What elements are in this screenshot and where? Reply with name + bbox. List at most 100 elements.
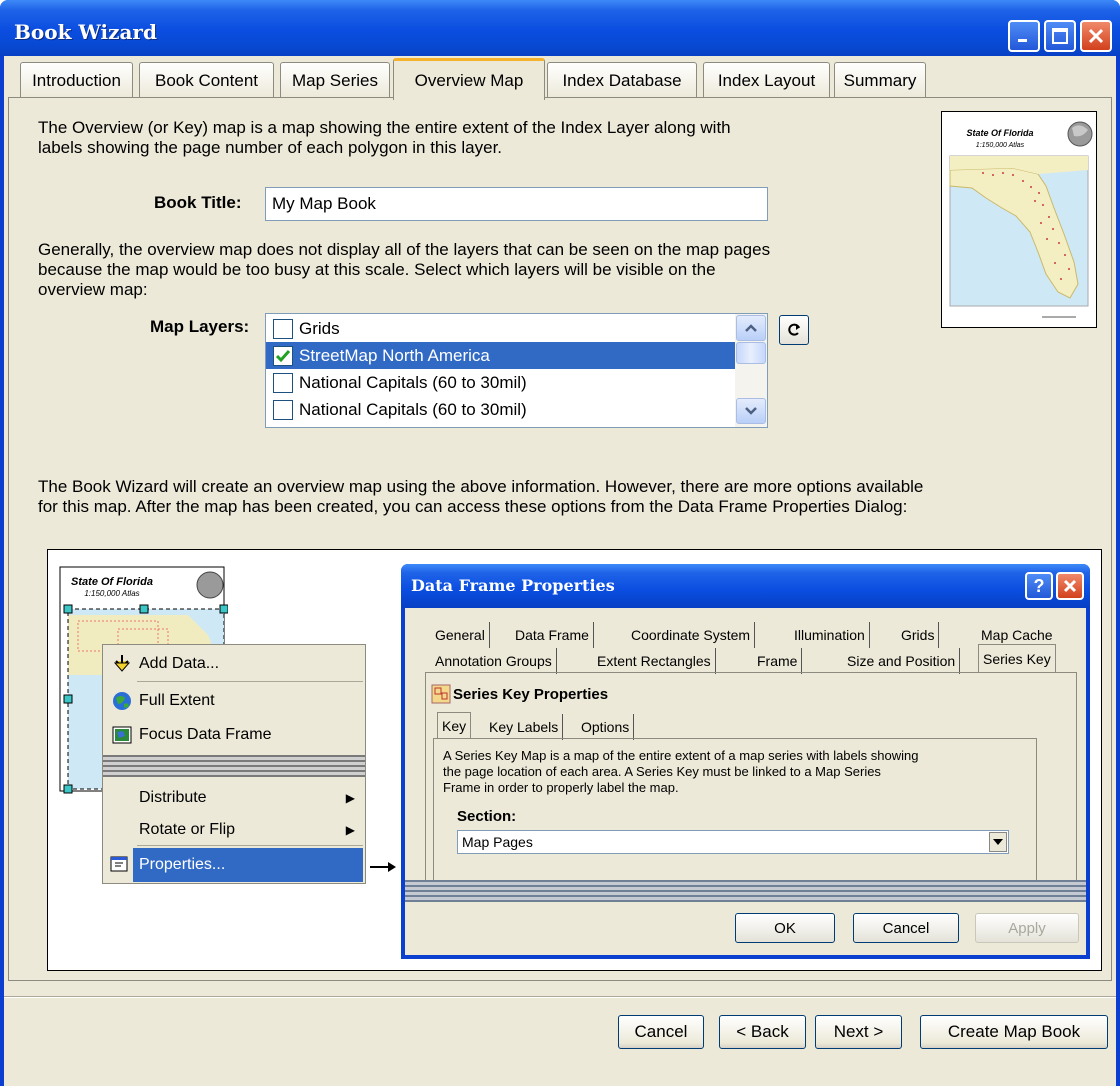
subtab-key-labels[interactable]: Key Labels [485, 714, 564, 740]
tab-map-series[interactable]: Map Series [280, 62, 390, 98]
tab-label: Coordinate System [631, 627, 751, 643]
close-button[interactable] [1080, 20, 1112, 52]
minimize-button[interactable] [1008, 20, 1040, 52]
dialog-cancel-button[interactable]: Cancel [853, 913, 959, 943]
list-item[interactable]: National Capitals (60 to 30mil) [266, 396, 736, 423]
refresh-layers-button[interactable] [779, 315, 809, 345]
button-label: Create Map Book [947, 1022, 1081, 1041]
dialog-tab-frame[interactable]: Frame [753, 648, 803, 674]
window-title: Book Wizard [14, 20, 157, 44]
layer-label: National Capitals (60 to 30mil) [299, 372, 527, 392]
options-desc-line-1: The Book Wizard will create an overview … [38, 477, 924, 496]
section-select[interactable]: Map Pages [457, 830, 1009, 854]
mini-map-subtitle: 1:150,000 Atlas [84, 589, 139, 598]
chevron-down-icon [745, 407, 757, 415]
tab-label: Grids [901, 627, 935, 643]
dialog-tab-series-key[interactable]: Series Key [978, 644, 1056, 672]
subtab-key[interactable]: Key [437, 712, 472, 738]
submenu-arrow-icon: ▶ [345, 823, 355, 837]
tab-index-database[interactable]: Index Database [547, 62, 697, 98]
dialog-tab-size-and-position[interactable]: Size and Position [843, 648, 961, 674]
dialog-title: Data Frame Properties [411, 576, 615, 595]
properties-icon [109, 853, 131, 875]
list-item[interactable]: National Capitals (60 to 30mil) [266, 369, 736, 396]
layers-scrollbar[interactable] [735, 314, 767, 427]
subtab-options[interactable]: Options [577, 714, 635, 740]
button-label: Cancel [634, 1022, 688, 1041]
key-desc-line-2: the page location of each area. A Series… [443, 764, 881, 779]
menu-item-label: Focus Data Frame [139, 726, 272, 743]
layer-checkbox[interactable] [273, 345, 293, 366]
dialog-close-button[interactable] [1056, 572, 1084, 600]
tab-label: Data Frame [515, 627, 589, 643]
menu-item-add-data[interactable]: Add Data... [103, 647, 365, 681]
menu-item-full-extent[interactable]: Full Extent [103, 684, 365, 718]
arrow-right-icon [370, 862, 396, 872]
dialog-title-bar[interactable]: Data Frame Properties ? [401, 564, 1090, 608]
menu-item-rotate-or-flip[interactable]: Rotate or Flip ▶ [103, 813, 365, 847]
series-key-icon [431, 684, 451, 704]
dialog-tab-grids[interactable]: Grids [897, 622, 940, 648]
layer-checkbox[interactable] [273, 399, 293, 420]
tab-label: Extent Rectangles [597, 653, 711, 669]
focus-frame-icon [111, 724, 133, 746]
menu-item-properties[interactable]: Properties... [133, 848, 363, 882]
list-item[interactable]: Grids [266, 315, 736, 342]
map-layers-list[interactable]: Grids StreetMap North America National C… [265, 313, 768, 428]
layers-desc-line-3: overview map: [38, 280, 148, 299]
scroll-thumb[interactable] [736, 342, 766, 364]
dropdown-button[interactable] [989, 832, 1007, 852]
list-item[interactable]: StreetMap North America [266, 342, 736, 369]
layer-checkbox[interactable] [273, 372, 293, 393]
scroll-up-button[interactable] [736, 315, 766, 341]
tab-label: Annotation Groups [435, 653, 552, 669]
apply-button[interactable]: Apply [975, 913, 1079, 943]
dialog-tab-data-frame[interactable]: Data Frame [511, 622, 594, 648]
help-button[interactable]: ? [1025, 572, 1053, 600]
tab-label: Map Cache [981, 627, 1053, 643]
create-map-book-button[interactable]: Create Map Book [920, 1015, 1108, 1049]
maximize-icon [1052, 28, 1068, 44]
tab-label: Index Database [562, 70, 682, 90]
dialog-tab-general[interactable]: General [431, 622, 490, 648]
scroll-down-button[interactable] [736, 398, 766, 424]
menu-item-label: Rotate or Flip [139, 821, 236, 838]
tab-overview-map[interactable]: Overview Map [393, 58, 545, 100]
dialog-tab-illumination[interactable]: Illumination [790, 622, 870, 648]
data-frame-properties-dialog: Data Frame Properties ? General Data Fra… [401, 564, 1090, 959]
back-button[interactable]: < Back [719, 1015, 806, 1049]
button-label: < Back [736, 1022, 789, 1041]
help-icon: ? [1033, 575, 1045, 596]
menu-item-focus-data-frame[interactable]: Focus Data Frame [103, 718, 365, 752]
tab-label: General [435, 627, 485, 643]
button-label: OK [774, 919, 796, 937]
maximize-button[interactable] [1044, 20, 1076, 52]
ok-button[interactable]: OK [735, 913, 835, 943]
book-title-input[interactable]: My Map Book [265, 187, 768, 221]
tab-summary[interactable]: Summary [834, 62, 926, 98]
layers-desc-line-2: because the map would be too busy at thi… [38, 260, 716, 279]
dialog-tab-extent-rectangles[interactable]: Extent Rectangles [593, 648, 716, 674]
title-bar[interactable]: Book Wizard [0, 0, 1120, 56]
tab-label: Size and Position [847, 653, 956, 669]
button-label: Cancel [882, 919, 930, 937]
layer-label: National Capitals (60 to 30mil) [299, 399, 527, 419]
add-data-icon [111, 653, 133, 675]
dialog-tab-coordinate-system[interactable]: Coordinate System [627, 622, 756, 648]
section-label: Section: [457, 808, 517, 825]
menu-item-distribute[interactable]: Distribute ▶ [103, 781, 365, 815]
options-desc-line-2: for this map. After the map has been cre… [38, 497, 908, 516]
tab-book-content[interactable]: Book Content [139, 62, 274, 98]
tab-index-layout[interactable]: Index Layout [703, 62, 830, 98]
tab-label: Index Layout [717, 70, 816, 90]
cancel-button[interactable]: Cancel [618, 1015, 704, 1049]
intro-line-1: The Overview (or Key) map is a map showi… [38, 118, 731, 137]
layer-checkbox[interactable] [273, 318, 293, 339]
layer-label: Grids [299, 318, 340, 338]
dialog-tab-annotation-groups[interactable]: Annotation Groups [431, 648, 557, 674]
tab-label: Options [581, 719, 630, 735]
tab-introduction[interactable]: Introduction [20, 62, 133, 98]
tab-label: Summary [843, 70, 917, 90]
tab-label: Key Labels [489, 719, 559, 735]
next-button[interactable]: Next > [815, 1015, 902, 1049]
